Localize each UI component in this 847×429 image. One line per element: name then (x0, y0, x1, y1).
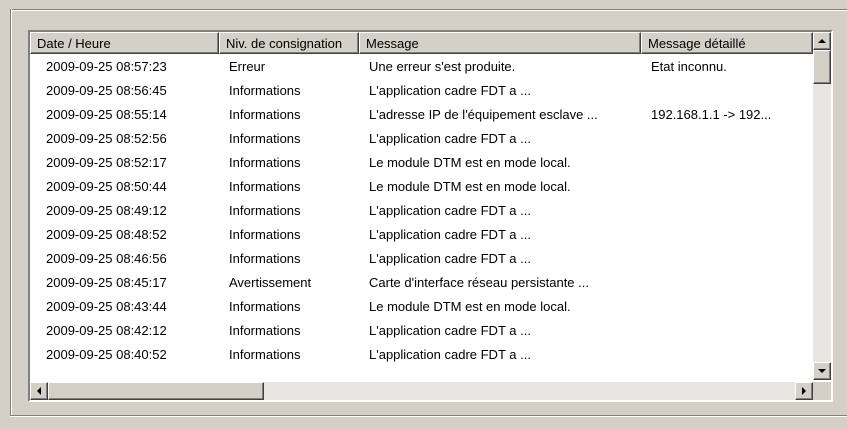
cell-date: 2009-09-25 08:57:23 (46, 58, 167, 74)
cell-date: 2009-09-25 08:52:17 (46, 154, 167, 170)
cell-level: Informations (229, 154, 301, 170)
cell-message: Le module DTM est en mode local. (369, 154, 571, 170)
column-header-level[interactable]: Niv. de consignation (219, 32, 359, 54)
table-row[interactable]: 2009-09-25 08:40:52 Informations L'applica… (30, 342, 813, 366)
cell-message: L'application cadre FDT a ... (369, 226, 531, 242)
table-row[interactable]: 2009-09-25 08:56:45 Informations L'applica… (30, 78, 813, 102)
cell-message: L'application cadre FDT a ... (369, 202, 531, 218)
arrow-right-icon (802, 387, 806, 395)
cell-date: 2009-09-25 08:43:44 (46, 298, 167, 314)
cell-level: Informations (229, 322, 301, 338)
cell-message: Carte d'interface réseau persistante ... (369, 274, 589, 290)
list-header: Date / Heure Niv. de consignation Messag… (30, 32, 813, 54)
cell-level: Informations (229, 130, 301, 146)
cell-message: L'application cadre FDT a ... (369, 250, 531, 266)
cell-message: Le module DTM est en mode local. (369, 178, 571, 194)
list-body: 2009-09-25 08:57:23 Erreur Une erreur s'es… (30, 54, 813, 366)
cell-level: Erreur (229, 58, 266, 74)
table-row[interactable]: 2009-09-25 08:49:12 Informations L'applica… (30, 198, 813, 222)
cell-date: 2009-09-25 08:56:45 (46, 82, 167, 98)
scroll-left-button[interactable] (30, 382, 48, 400)
table-row[interactable]: 2009-09-25 08:43:44 Informations Le module… (30, 294, 813, 318)
cell-date: 2009-09-25 08:40:52 (46, 346, 167, 362)
table-row[interactable]: 2009-09-25 08:57:23 Erreur Une erreur s'es… (30, 54, 813, 78)
horizontal-scroll-thumb[interactable] (48, 382, 264, 400)
cell-date: 2009-09-25 08:46:56 (46, 250, 167, 266)
cell-level: Informations (229, 226, 301, 242)
cell-message: L'adresse IP de l'équipement esclave ... (369, 106, 598, 122)
table-row[interactable]: 2009-09-25 08:46:56 Informations L'applica… (30, 246, 813, 270)
vertical-scroll-thumb[interactable] (813, 50, 831, 84)
cell-level: Informations (229, 298, 301, 314)
cell-level: Informations (229, 178, 301, 194)
cell-message: L'application cadre FDT a ... (369, 130, 531, 146)
table-row[interactable]: 2009-09-25 08:48:52 Informations L'applica… (30, 222, 813, 246)
table-row[interactable]: 2009-09-25 08:55:14 Informations L'adresse… (30, 102, 813, 126)
panel-frame-left (10, 9, 12, 417)
cell-level: Informations (229, 346, 301, 362)
arrow-up-icon (818, 39, 826, 43)
cell-date: 2009-09-25 08:55:14 (46, 106, 167, 122)
scrollbar-corner (813, 382, 831, 400)
cell-message: L'application cadre FDT a ... (369, 82, 531, 98)
cell-message: Le module DTM est en mode local. (369, 298, 571, 314)
arrow-left-icon (37, 387, 41, 395)
vertical-scrollbar[interactable] (813, 32, 831, 380)
cell-date: 2009-09-25 08:48:52 (46, 226, 167, 242)
cell-message: Une erreur s'est produite. (369, 58, 516, 74)
scroll-right-button[interactable] (795, 382, 813, 400)
column-header-message[interactable]: Message (359, 32, 641, 54)
table-row[interactable]: 2009-09-25 08:52:56 Informations L'applica… (30, 126, 813, 150)
cell-message: L'application cadre FDT a ... (369, 346, 531, 362)
cell-date: 2009-09-25 08:42:12 (46, 322, 167, 338)
cell-date: 2009-09-25 08:52:56 (46, 130, 167, 146)
cell-level: Informations (229, 82, 301, 98)
event-log-list[interactable]: Date / Heure Niv. de consignation Messag… (28, 30, 833, 402)
cell-detail: Etat inconnu. (651, 58, 727, 74)
cell-level: Informations (229, 250, 301, 266)
cell-detail: 192.168.1.1 -> 192... (651, 106, 772, 122)
cell-date: 2009-09-25 08:50:44 (46, 178, 167, 194)
cell-level: Informations (229, 202, 301, 218)
scroll-down-button[interactable] (813, 362, 831, 380)
column-header-date[interactable]: Date / Heure (30, 32, 219, 54)
scroll-up-button[interactable] (813, 32, 831, 50)
table-row[interactable]: 2009-09-25 08:50:44 Informations Le module… (30, 174, 813, 198)
panel-frame-top (10, 9, 847, 11)
arrow-down-icon (818, 369, 826, 373)
cell-date: 2009-09-25 08:49:12 (46, 202, 167, 218)
cell-date: 2009-09-25 08:45:17 (46, 274, 167, 290)
table-row[interactable]: 2009-09-25 08:42:12 Informations L'applica… (30, 318, 813, 342)
table-row[interactable]: 2009-09-25 08:45:17 Avertissement Carte d'… (30, 270, 813, 294)
table-row[interactable]: 2009-09-25 08:52:17 Informations Le module… (30, 150, 813, 174)
panel-frame-bottom (10, 415, 847, 417)
column-header-detail[interactable]: Message détaillé (641, 32, 813, 54)
horizontal-scrollbar[interactable] (30, 382, 813, 400)
cell-message: L'application cadre FDT a ... (369, 322, 531, 338)
cell-level: Avertissement (229, 274, 312, 290)
cell-level: Informations (229, 106, 301, 122)
